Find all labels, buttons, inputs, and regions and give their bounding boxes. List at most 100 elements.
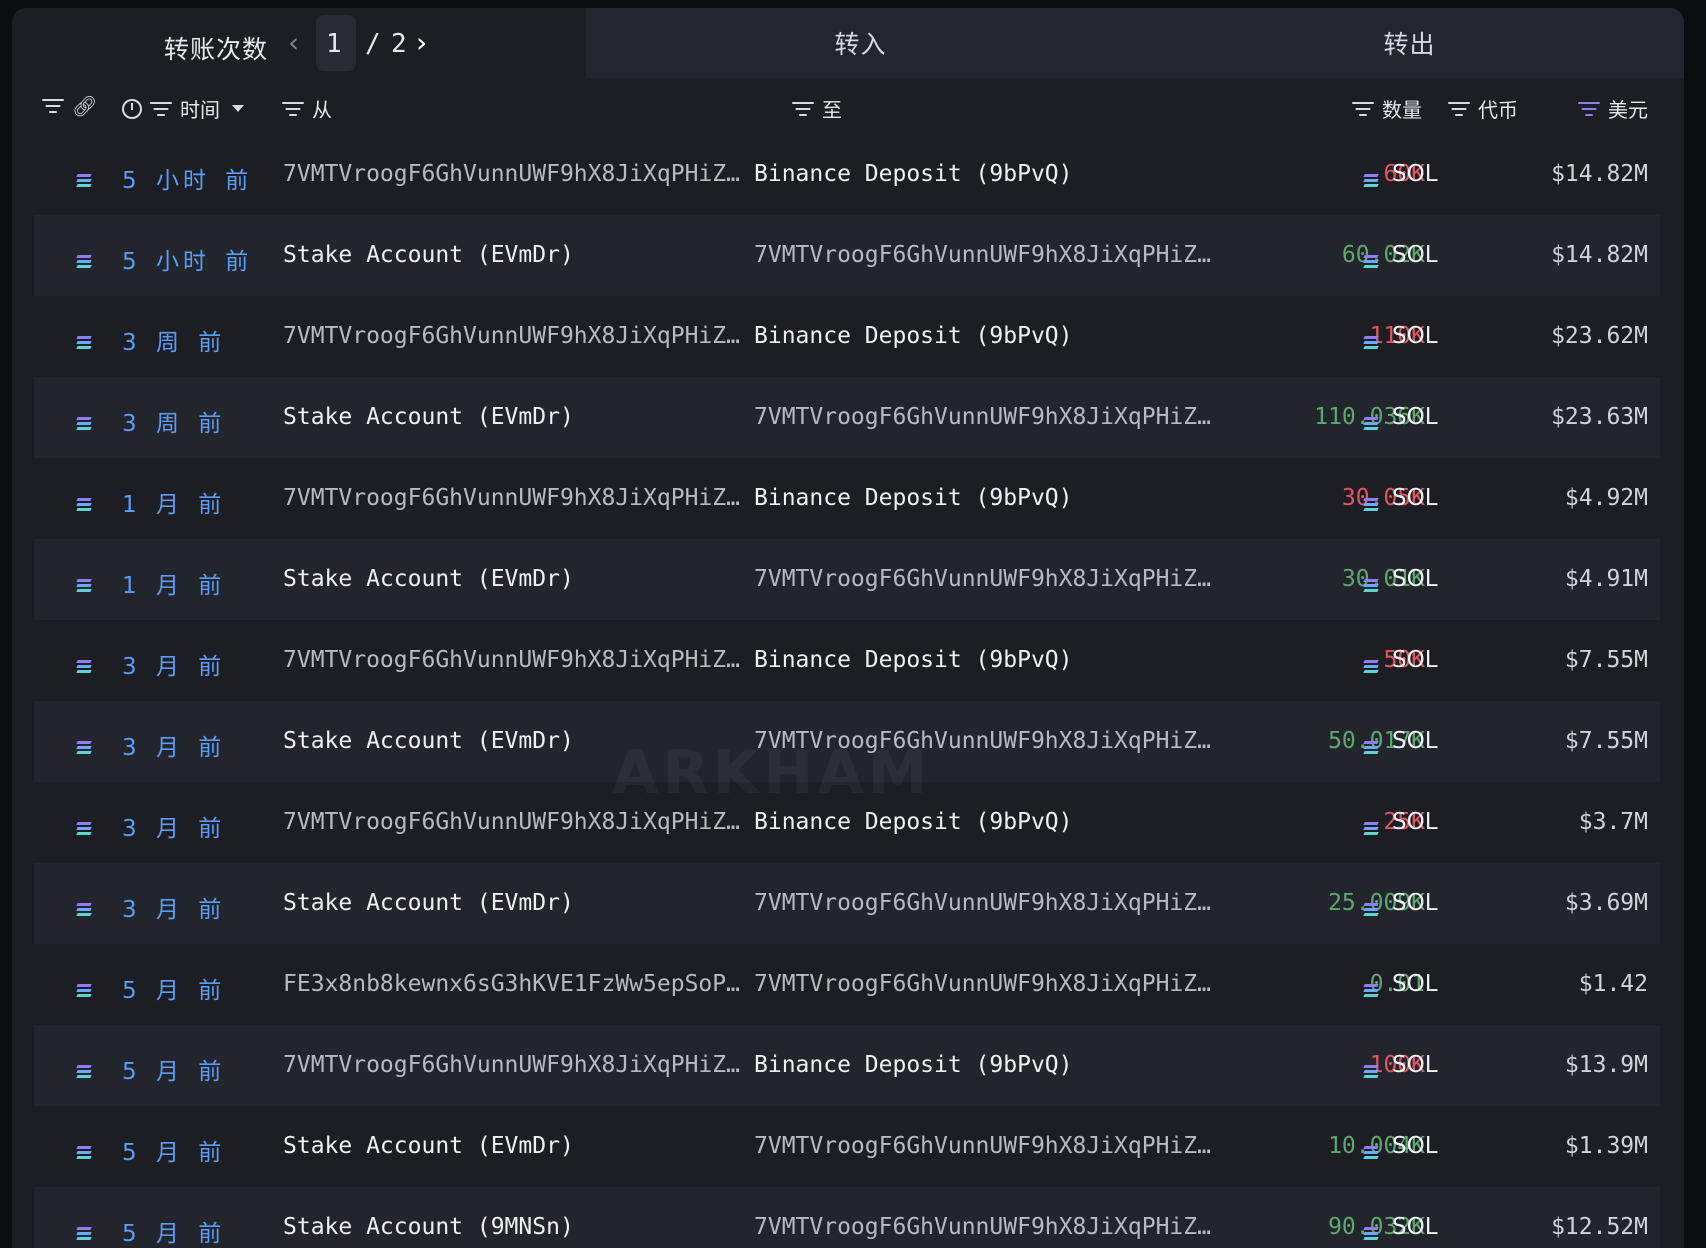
row-time-link[interactable]: 1 月 前 (122, 566, 225, 600)
row-from-address[interactable]: Stake Account (EVmDr) (283, 404, 753, 430)
row-token[interactable]: SOL (1392, 404, 1438, 430)
row-time-link[interactable]: 5 月 前 (122, 971, 225, 1005)
column-from-label: 从 (312, 98, 332, 122)
table-row[interactable]: 1 月 前 Stake Account (EVmDr) 7VMTVroogF6G… (34, 539, 1660, 620)
table-row[interactable]: 3 周 前 7VMTVroogF6GhVunnUWF9hX8JiXqPHiZ… … (34, 296, 1660, 377)
table-row[interactable]: 5 小时 前 Stake Account (EVmDr) 7VMTVroogF6… (34, 215, 1660, 296)
row-to-address[interactable]: Binance Deposit (9bPvQ) (754, 323, 1224, 349)
row-token[interactable]: SOL (1392, 242, 1438, 268)
column-time[interactable]: 时间 (122, 94, 244, 123)
tab-outbound[interactable]: 转出 (1135, 8, 1684, 78)
filter-icon[interactable] (792, 101, 814, 117)
column-quantity[interactable]: 数量 (1352, 94, 1422, 123)
row-time-link[interactable]: 5 小时 前 (122, 161, 252, 195)
row-to-address[interactable]: 7VMTVroogF6GhVunnUWF9hX8JiXqPHiZ… (754, 242, 1224, 268)
row-to-address[interactable]: 7VMTVroogF6GhVunnUWF9hX8JiXqPHiZ… (754, 1133, 1224, 1159)
filter-icon[interactable] (150, 101, 172, 117)
row-to-address[interactable]: 7VMTVroogF6GhVunnUWF9hX8JiXqPHiZ… (754, 1214, 1224, 1240)
row-to-address[interactable]: Binance Deposit (9bPvQ) (754, 161, 1224, 187)
filter-icon[interactable] (1578, 101, 1600, 117)
row-time-link[interactable]: 5 月 前 (122, 1214, 225, 1248)
filter-icon[interactable] (282, 101, 304, 117)
row-from-address[interactable]: 7VMTVroogF6GhVunnUWF9hX8JiXqPHiZ… (283, 485, 753, 511)
table-row[interactable]: 5 月 前 Stake Account (EVmDr) 7VMTVroogF6G… (34, 1106, 1660, 1187)
tab-inbound-label: 转入 (834, 30, 887, 59)
row-token[interactable]: SOL (1392, 809, 1438, 835)
row-from-address[interactable]: Stake Account (9MNSn) (283, 1214, 753, 1240)
transfers-panel: 转账次数 ‹ 1 / 2 › 转入 转出 🔗︎ 时间 从 至 数量 代币 美元 … (12, 8, 1684, 1248)
row-to-address[interactable]: Binance Deposit (9bPvQ) (754, 1052, 1224, 1078)
column-usd[interactable]: 美元 (1578, 94, 1648, 123)
filter-icon[interactable] (1448, 101, 1470, 117)
table-row[interactable]: 5 月 前 7VMTVroogF6GhVunnUWF9hX8JiXqPHiZ… … (34, 1025, 1660, 1106)
row-time-link[interactable]: 3 月 前 (122, 728, 225, 762)
row-token[interactable]: SOL (1392, 647, 1438, 673)
table-row[interactable]: 3 周 前 Stake Account (EVmDr) 7VMTVroogF6G… (34, 377, 1660, 458)
row-token[interactable]: SOL (1392, 890, 1438, 916)
row-from-address[interactable]: 7VMTVroogF6GhVunnUWF9hX8JiXqPHiZ… (283, 647, 753, 673)
column-quantity-label: 数量 (1382, 98, 1422, 122)
clock-icon (122, 98, 142, 119)
row-to-address[interactable]: 7VMTVroogF6GhVunnUWF9hX8JiXqPHiZ… (754, 890, 1224, 916)
row-token[interactable]: SOL (1392, 485, 1438, 511)
solana-icon (76, 653, 92, 679)
row-token[interactable]: SOL (1392, 728, 1438, 754)
row-usd-value: $13.9M (1564, 1052, 1648, 1078)
row-from-address[interactable]: 7VMTVroogF6GhVunnUWF9hX8JiXqPHiZ… (283, 323, 753, 349)
page-current[interactable]: 1 (326, 29, 343, 59)
row-from-address[interactable]: Stake Account (EVmDr) (283, 1133, 753, 1159)
row-usd-value: $4.92M (1564, 485, 1648, 511)
column-header: 🔗︎ 时间 从 至 数量 代币 美元 (12, 78, 1684, 134)
column-token[interactable]: 代币 (1448, 94, 1518, 123)
tab-transfer-count[interactable]: 转账次数 ‹ 1 / 2 › (12, 8, 586, 78)
row-to-address[interactable]: Binance Deposit (9bPvQ) (754, 485, 1224, 511)
table-row[interactable]: 3 月 前 7VMTVroogF6GhVunnUWF9hX8JiXqPHiZ… … (34, 620, 1660, 701)
row-time-link[interactable]: 5 月 前 (122, 1133, 225, 1167)
filter-icon[interactable] (42, 98, 64, 114)
row-usd-value: $12.52M (1551, 1214, 1648, 1240)
chevron-left-icon[interactable]: ‹ (288, 26, 300, 59)
row-to-address[interactable]: 7VMTVroogF6GhVunnUWF9hX8JiXqPHiZ… (754, 404, 1224, 430)
table-row[interactable]: 5 月 前 FE3x8nb8kewnx6sG3hKVE1FzWw5epSoP… … (34, 944, 1660, 1025)
solana-icon (1363, 410, 1379, 436)
table-row[interactable]: 3 月 前 Stake Account (EVmDr) 7VMTVroogF6G… (34, 863, 1660, 944)
table-row[interactable]: 1 月 前 7VMTVroogF6GhVunnUWF9hX8JiXqPHiZ… … (34, 458, 1660, 539)
row-from-address[interactable]: FE3x8nb8kewnx6sG3hKVE1FzWw5epSoP… (283, 971, 753, 997)
row-time-link[interactable]: 3 周 前 (122, 323, 225, 357)
row-usd-value: $1.42 (1578, 971, 1648, 997)
row-to-address[interactable]: 7VMTVroogF6GhVunnUWF9hX8JiXqPHiZ… (754, 566, 1224, 592)
row-time-link[interactable]: 3 周 前 (122, 404, 225, 438)
table-row[interactable]: 5 小时 前 7VMTVroogF6GhVunnUWF9hX8JiXqPHiZ…… (34, 134, 1660, 215)
row-from-address[interactable]: 7VMTVroogF6GhVunnUWF9hX8JiXqPHiZ… (283, 809, 753, 835)
row-time-link[interactable]: 3 月 前 (122, 647, 225, 681)
row-to-address[interactable]: Binance Deposit (9bPvQ) (754, 809, 1224, 835)
chevron-right-icon[interactable]: › (416, 26, 428, 59)
row-time-link[interactable]: 5 小时 前 (122, 242, 252, 276)
solana-icon (1363, 491, 1379, 517)
link-icon[interactable]: 🔗︎ (72, 94, 97, 118)
row-time-link[interactable]: 3 月 前 (122, 890, 225, 924)
row-time-link[interactable]: 3 月 前 (122, 809, 225, 843)
row-from-address[interactable]: Stake Account (EVmDr) (283, 890, 753, 916)
column-from[interactable]: 从 (282, 94, 332, 123)
row-token[interactable]: SOL (1392, 1052, 1438, 1078)
row-token[interactable]: SOL (1392, 323, 1438, 349)
row-from-address[interactable]: 7VMTVroogF6GhVunnUWF9hX8JiXqPHiZ… (283, 161, 753, 187)
row-from-address[interactable]: Stake Account (EVmDr) (283, 566, 753, 592)
table-row[interactable]: 5 月 前 Stake Account (9MNSn) 7VMTVroogF6G… (34, 1187, 1660, 1248)
filter-icon[interactable] (1352, 101, 1374, 117)
row-token[interactable]: SOL (1392, 161, 1438, 187)
row-from-address[interactable]: Stake Account (EVmDr) (283, 242, 753, 268)
caret-down-icon[interactable] (232, 105, 244, 112)
row-token[interactable]: SOL (1392, 971, 1438, 997)
row-to-address[interactable]: Binance Deposit (9bPvQ) (754, 647, 1224, 673)
row-time-link[interactable]: 1 月 前 (122, 485, 225, 519)
tab-inbound[interactable]: 转入 (586, 8, 1135, 78)
row-from-address[interactable]: 7VMTVroogF6GhVunnUWF9hX8JiXqPHiZ… (283, 1052, 753, 1078)
row-token[interactable]: SOL (1392, 566, 1438, 592)
column-to[interactable]: 至 (792, 94, 842, 123)
row-token[interactable]: SOL (1392, 1133, 1438, 1159)
row-time-link[interactable]: 5 月 前 (122, 1052, 225, 1086)
row-token[interactable]: SOL (1392, 1214, 1438, 1240)
row-to-address[interactable]: 7VMTVroogF6GhVunnUWF9hX8JiXqPHiZ… (754, 971, 1224, 997)
